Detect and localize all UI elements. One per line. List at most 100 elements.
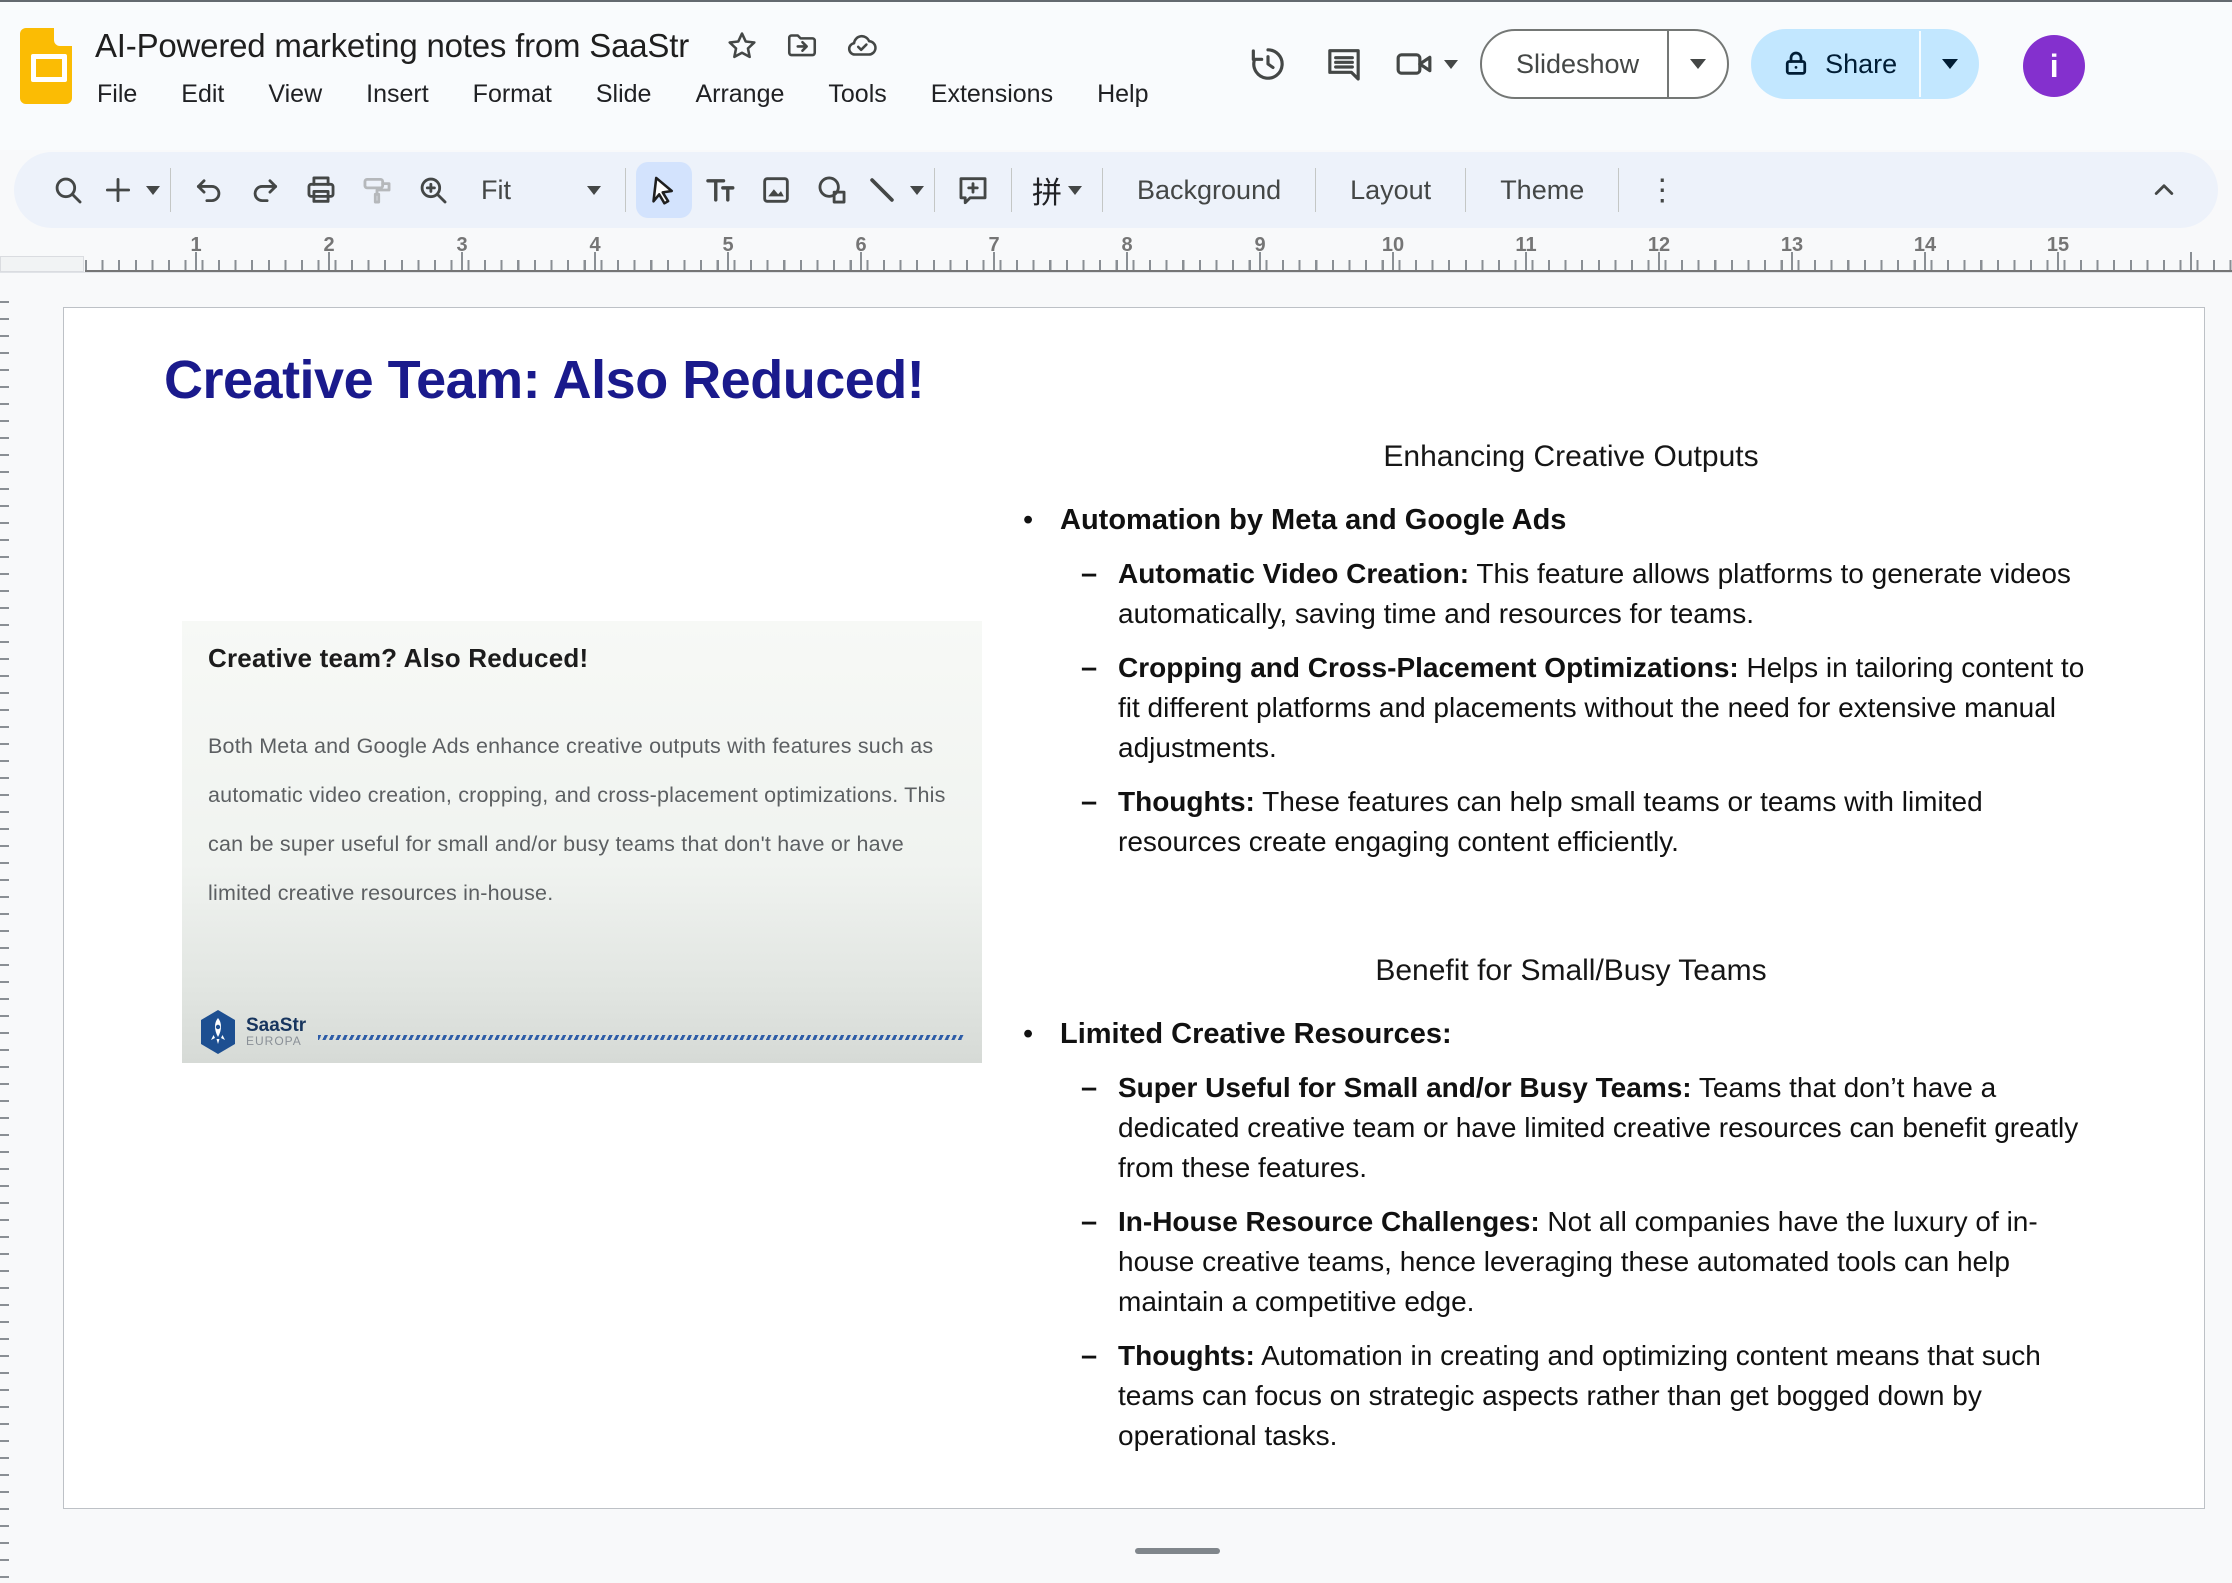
slideshow-button[interactable]: Slideshow: [1482, 49, 1667, 80]
insert-line-button[interactable]: [860, 162, 904, 218]
saastr-logo: SaaStr EUROPA: [198, 1009, 306, 1055]
dash-marker: –: [1081, 1068, 1097, 1108]
dash-marker: –: [1081, 782, 1097, 822]
menu-arrange[interactable]: Arrange: [695, 80, 784, 109]
zoom-select[interactable]: Fit: [461, 175, 615, 206]
section-heading: Enhancing Creative Outputs: [1011, 440, 2131, 474]
bullet-level2: – Thoughts: Automation in creating and o…: [1011, 1336, 2131, 1456]
join-call-button[interactable]: [1394, 44, 1458, 84]
input-method-button[interactable]: 拼: [1022, 168, 1092, 212]
slide-title[interactable]: Creative Team: Also Reduced!: [164, 350, 924, 410]
app-header: AI-Powered marketing notes from SaaStr F…: [0, 2, 2232, 150]
embedded-slide-image[interactable]: Creative team? Also Reduced! Both Meta a…: [182, 621, 982, 1063]
toolbar-divider: [1102, 168, 1103, 212]
cloud-saved-icon[interactable]: [845, 29, 879, 63]
version-history-icon: [1248, 44, 1288, 84]
toolbar-divider: [170, 168, 171, 212]
bullet-level2: – In-House Resource Challenges: Not all …: [1011, 1202, 2131, 1322]
bullet-level2: – Super Useful for Small and/or Busy Tea…: [1011, 1068, 2131, 1188]
zoom-button[interactable]: [405, 162, 461, 218]
menu-file[interactable]: File: [97, 80, 137, 109]
new-slide-plus-icon: [101, 173, 135, 207]
saastr-logo-title: SaaStr: [246, 1016, 306, 1035]
insert-shape-icon: [815, 173, 849, 207]
share-split-button: Share: [1751, 29, 1979, 99]
comments-button[interactable]: [1306, 26, 1382, 102]
print-icon: [304, 173, 338, 207]
zoom-value: Fit: [481, 175, 511, 206]
select-tool-button[interactable]: [636, 162, 692, 218]
embedded-image-title: Creative team? Also Reduced!: [208, 643, 956, 674]
slides-logo[interactable]: [20, 28, 72, 104]
move-folder-icon[interactable]: [785, 29, 819, 63]
squiggle-line: [318, 1035, 964, 1040]
embedded-image-body: Both Meta and Google Ads enhance creativ…: [208, 722, 956, 918]
redo-button[interactable]: [237, 162, 293, 218]
menu-format[interactable]: Format: [473, 80, 552, 109]
more-options-button[interactable]: ⋮: [1629, 173, 1695, 208]
collapse-toolbar-icon: [2147, 173, 2181, 207]
new-slide-button[interactable]: [96, 162, 140, 218]
menu-tools[interactable]: Tools: [828, 80, 886, 109]
bullet-level2: – Cropping and Cross-Placement Optimizat…: [1011, 648, 2131, 768]
account-avatar[interactable]: i: [2023, 35, 2085, 97]
comments-icon: [1324, 44, 1364, 84]
header-actions: Slideshow Share i: [1230, 26, 2085, 102]
undo-icon: [192, 173, 226, 207]
dash-marker: –: [1081, 648, 1097, 688]
menu-help[interactable]: Help: [1097, 80, 1148, 109]
undo-button[interactable]: [181, 162, 237, 218]
theme-button[interactable]: Theme: [1476, 175, 1608, 206]
paint-format-icon: [360, 173, 394, 207]
insert-line-icon: [865, 173, 899, 207]
toolbar-divider: [934, 168, 935, 212]
print-button[interactable]: [293, 162, 349, 218]
menu-insert[interactable]: Insert: [366, 80, 429, 109]
toolbar-divider: [1465, 168, 1466, 212]
embedded-image-footer: SaaStr EUROPA: [198, 1009, 964, 1055]
vertical-ruler: [0, 301, 9, 1583]
section-heading: Benefit for Small/Busy Teams: [1011, 954, 2131, 988]
cursor-icon: [647, 173, 681, 207]
background-button[interactable]: Background: [1113, 175, 1305, 206]
dash-marker: –: [1081, 1336, 1097, 1376]
insert-shape-button[interactable]: [804, 162, 860, 218]
collapse-toolbar-button[interactable]: [2136, 162, 2192, 218]
slideshow-dropdown[interactable]: [1669, 31, 1727, 97]
workspace: Creative Team: Also Reduced! Creative te…: [0, 272, 2232, 1583]
bullet-level2: – Automatic Video Creation: This feature…: [1011, 554, 2131, 634]
slide-canvas[interactable]: Creative Team: Also Reduced! Creative te…: [63, 307, 2205, 1509]
text-box-button[interactable]: [692, 162, 748, 218]
notes-text-block[interactable]: Enhancing Creative Outputs • Automation …: [1011, 440, 2131, 1470]
bullet-level2: – Thoughts: These features can help smal…: [1011, 782, 2131, 862]
menu-extensions[interactable]: Extensions: [931, 80, 1053, 109]
menu-edit[interactable]: Edit: [181, 80, 224, 109]
insert-comment-icon: [956, 173, 990, 207]
toolbar-divider: [1315, 168, 1316, 212]
speaker-notes-handle[interactable]: [1135, 1548, 1220, 1554]
bullet-marker: •: [1023, 500, 1033, 540]
document-title[interactable]: AI-Powered marketing notes from SaaStr: [95, 27, 689, 65]
layout-button[interactable]: Layout: [1326, 175, 1455, 206]
zoom-in-icon: [416, 173, 450, 207]
paint-format-button[interactable]: [349, 162, 405, 218]
meet-camera-icon: [1394, 44, 1434, 84]
insert-image-button[interactable]: [748, 162, 804, 218]
camera-dropdown-arrow[interactable]: [1444, 60, 1458, 69]
new-slide-dropdown-arrow[interactable]: [146, 186, 160, 195]
share-dropdown[interactable]: [1921, 29, 1979, 99]
insert-comment-button[interactable]: [945, 162, 1001, 218]
line-dropdown-arrow[interactable]: [910, 186, 924, 195]
menu-slide[interactable]: Slide: [596, 80, 652, 109]
title-row: AI-Powered marketing notes from SaaStr: [95, 24, 879, 68]
pinyin-label: 拼: [1032, 168, 1062, 212]
star-icon[interactable]: [725, 29, 759, 63]
toolbar-divider: [1618, 168, 1619, 212]
toolbar: Fit 拼 Backgroun: [14, 152, 2218, 228]
menu-view[interactable]: View: [268, 80, 322, 109]
version-history-button[interactable]: [1230, 26, 1306, 102]
ruler-minor-ticks: [85, 260, 2232, 270]
dash-marker: –: [1081, 554, 1097, 594]
search-menus-button[interactable]: [40, 162, 96, 218]
share-button[interactable]: Share: [1751, 49, 1919, 80]
